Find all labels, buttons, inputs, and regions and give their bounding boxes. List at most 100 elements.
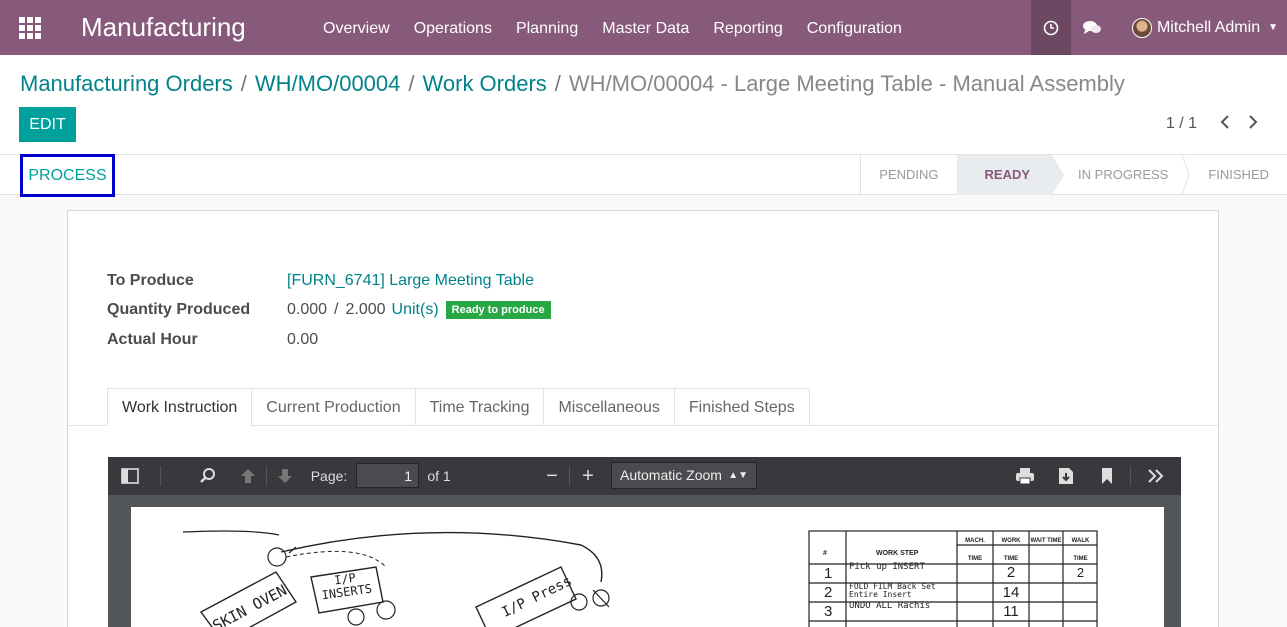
tab-current-production[interactable]: Current Production [252,388,416,426]
table-cell-work: 11 [1003,603,1019,620]
stage-label: FINISHED [1208,167,1269,182]
clock-icon [1043,20,1059,35]
table-cell-step: FOLD FILM Back Set Entire Insert [849,582,936,599]
pager-value[interactable]: 1 / 1 [1166,115,1197,133]
product-link[interactable]: [FURN_6741] Large Meeting Table [287,272,534,290]
user-name: Mitchell Admin [1156,18,1261,36]
tab-work-instruction[interactable]: Work Instruction [107,388,253,426]
zoom-select[interactable]: Automatic Zoom ▲▼ [611,462,757,489]
field-row-actual-hour: Actual Hour 0.00 [107,325,551,355]
tools-menu-icon[interactable] [1142,457,1170,495]
download-icon[interactable] [1053,457,1079,495]
user-menu[interactable]: Mitchell Admin ▼ [1113,0,1287,55]
stage-in-progress[interactable]: IN PROGRESS [1052,155,1190,195]
pdf-viewer: Page: of 1 − + Automatic Zoom ▲▼ [108,457,1181,627]
breadcrumb-manufacturing-orders[interactable]: Manufacturing Orders [20,71,233,96]
print-icon[interactable] [1012,457,1038,495]
quantity-total-value: 2.000 [345,301,386,319]
table-header-work-step: WORK STEP [876,550,919,557]
table-cell-number: 2 [824,584,833,601]
avatar [1131,17,1152,38]
status-badge: Ready to produce [445,301,551,320]
status-bar: PROCESS PENDING READY IN PROGRESS FINISH… [0,154,1287,197]
page-label: Page: [310,468,348,484]
pdf-page: SKIN OVEN I/P INSERTS I/P Press # WORK S… [131,507,1164,627]
search-icon[interactable] [194,457,222,495]
stage-label: READY [984,167,1031,182]
quantity-separator: / [334,301,339,319]
actual-hour-value: 0.00 [287,330,319,348]
pager: 1 / 1 [1166,113,1267,134]
zoom-in-icon[interactable]: + [576,457,600,495]
table-cell-step: Pick up INSERT [849,562,925,572]
table-cell-walk: 2 [1076,565,1085,580]
bookmark-icon[interactable] [1094,457,1120,495]
stage-pipeline: PENDING READY IN PROGRESS FINISHED [860,155,1287,195]
quantity-produced-value: 0.000 [287,301,328,319]
page-number-input[interactable] [356,463,419,488]
field-row-quantity: Quantity Produced 0.000 / 2.000 Unit(s) … [107,296,551,326]
quantity-produced-label: Quantity Produced [107,301,251,319]
next-page-icon[interactable] [271,457,299,495]
stage-label: IN PROGRESS [1078,167,1169,182]
chevron-right-icon[interactable] [1239,113,1267,134]
menu-reporting[interactable]: Reporting [701,0,794,55]
menu-planning[interactable]: Planning [504,0,590,55]
page-count: of 1 [427,468,451,484]
tab-finished-steps[interactable]: Finished Steps [674,388,810,426]
form-fields: To Produce [FURN_6741] Large Meeting Tab… [107,266,551,355]
tab-time-tracking[interactable]: Time Tracking [415,388,545,426]
actual-hour-label: Actual Hour [107,330,198,348]
toolbar-divider [160,466,161,486]
breadcrumb-separator: / [408,71,415,96]
to-produce-label: To Produce [107,271,194,289]
table-cell-number: 1 [824,565,833,582]
main-menu: Overview Operations Planning Master Data… [311,0,914,55]
control-panel: Manufacturing Orders / WH/MO/00004 / Work Or… [0,55,1287,155]
table-header-mach-time: MACH. TIME [965,538,985,562]
breadcrumb: Manufacturing Orders / WH/MO/00004 / Work Or… [20,71,1125,97]
pdf-toolbar: Page: of 1 − + Automatic Zoom ▲▼ [108,457,1181,495]
tab-miscellaneous[interactable]: Miscellaneous [544,388,675,426]
menu-operations[interactable]: Operations [402,0,504,55]
menu-master-data[interactable]: Master Data [590,0,701,55]
previous-page-icon[interactable] [234,457,262,495]
menu-overview[interactable]: Overview [311,0,402,55]
chat-icon [1082,20,1101,34]
table-header-work-time: WORK TIME [1001,538,1021,562]
process-button[interactable]: PROCESS [20,154,115,197]
stage-pending[interactable]: PENDING [861,155,956,195]
breadcrumb-work-orders[interactable]: Work Orders [423,71,547,96]
breadcrumb-mo[interactable]: WH/MO/00004 [255,71,401,96]
sidebar-toggle-icon[interactable] [118,457,142,495]
navbar-right: Mitchell Admin ▼ [1030,0,1287,55]
zoom-select-value: Automatic Zoom [620,467,722,483]
app-brand[interactable]: Manufacturing [81,12,246,43]
top-navbar: Manufacturing Overview Operations Planni… [0,0,1287,55]
field-row-to-produce: To Produce [FURN_6741] Large Meeting Tab… [107,266,551,296]
notebook-tabs: Work Instruction Current Production Time… [107,388,810,426]
stage-finished[interactable]: FINISHED [1186,155,1287,195]
updown-caret-icon: ▲▼ [728,470,748,481]
table-cell-work: 2 [1006,564,1016,581]
table-header-number: # [823,550,827,557]
stage-ready[interactable]: READY [956,155,1064,195]
edit-button[interactable]: EDIT [19,107,76,142]
breadcrumb-current: WH/MO/00004 - Large Meeting Table - Manu… [568,71,1125,96]
toolbar-divider [266,466,267,486]
table-cell-work: 14 [1002,584,1020,601]
breadcrumb-separator: / [554,71,561,96]
uom-link[interactable]: Unit(s) [392,301,439,319]
form-sheet: To Produce [FURN_6741] Large Meeting Tab… [67,210,1219,627]
toolbar-divider [1130,466,1131,486]
apps-grid-icon[interactable] [19,17,41,39]
messaging-button[interactable] [1071,0,1113,55]
table-header-wait-time: WAIT TIME [1030,538,1062,544]
zoom-out-icon[interactable]: − [540,457,564,495]
activity-clock-button[interactable] [1030,0,1071,55]
menu-configuration[interactable]: Configuration [795,0,914,55]
breadcrumb-separator: / [240,71,247,96]
table-cell-number: 3 [824,603,833,620]
chevron-left-icon[interactable] [1211,113,1239,134]
caret-down-icon: ▼ [1268,22,1278,33]
